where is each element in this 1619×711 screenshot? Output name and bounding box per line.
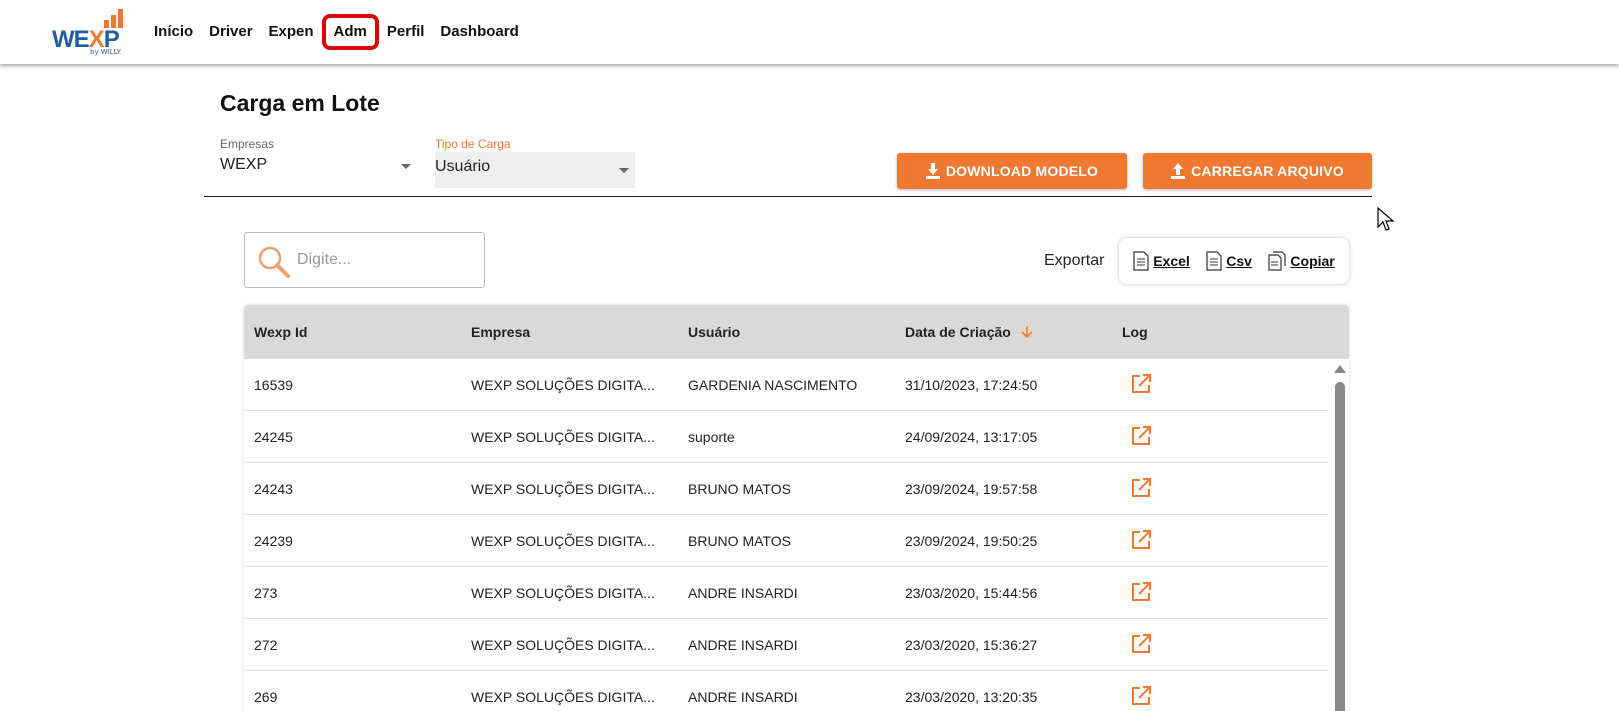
download-modelo-button[interactable]: DOWNLOAD MODELO xyxy=(897,153,1127,189)
export-copy-label: Copiar xyxy=(1290,253,1335,269)
export-excel-button[interactable]: Excel xyxy=(1133,251,1190,271)
empresas-value: WEXP xyxy=(220,156,268,173)
cell-empresa: WEXP SOLUÇÕES DIGITA... xyxy=(471,377,655,393)
nav-item-inicio[interactable]: Início xyxy=(146,20,201,44)
header-data-criacao-label: Data de Criação xyxy=(905,324,1011,340)
cell-usuario: ANDRE INSARDI xyxy=(688,637,798,653)
cell-id: 16539 xyxy=(254,377,293,393)
cell-empresa: WEXP SOLUÇÕES DIGITA... xyxy=(471,689,655,705)
export-csv-label: Csv xyxy=(1226,253,1252,269)
table-row[interactable]: 272 WEXP SOLUÇÕES DIGITA... ANDRE INSARD… xyxy=(244,619,1328,671)
cell-data: 31/10/2023, 17:24:50 xyxy=(905,377,1038,393)
export-options: Excel Csv Copiar xyxy=(1119,238,1349,284)
chevron-down-icon[interactable] xyxy=(401,164,411,169)
empresas-label: Empresas xyxy=(220,137,275,151)
cell-usuario: BRUNO MATOS xyxy=(688,481,791,497)
search-icon xyxy=(258,246,290,278)
empresas-select[interactable]: Empresas WEXP xyxy=(220,137,415,178)
tipo-de-carga-label: Tipo de Carga xyxy=(435,137,511,151)
filters-divider xyxy=(204,196,1372,197)
open-external-icon[interactable] xyxy=(1130,633,1152,658)
scroll-up-arrow[interactable] xyxy=(1334,365,1346,373)
header-log: Log xyxy=(1122,324,1148,340)
cell-empresa: WEXP SOLUÇÕES DIGITA... xyxy=(471,429,655,445)
tipo-de-carga-select[interactable]: Tipo de Carga Usuário xyxy=(435,137,635,188)
upload-icon xyxy=(1171,163,1186,179)
nav-item-expen[interactable]: Expen xyxy=(261,20,322,44)
main-nav: Início Driver Expen Adm Perfil Dashboard xyxy=(146,14,527,50)
cell-usuario: GARDENIA NASCIMENTO xyxy=(688,377,858,393)
cell-id: 269 xyxy=(254,689,278,705)
table-row[interactable]: 24243 WEXP SOLUÇÕES DIGITA... BRUNO MATO… xyxy=(244,463,1328,515)
search-placeholder: Digite... xyxy=(297,251,352,268)
logo-by-text: by WILLY xyxy=(90,48,121,56)
cell-id: 272 xyxy=(254,637,278,653)
document-icon xyxy=(1133,251,1149,271)
header-data-criacao[interactable]: Data de Criação xyxy=(905,324,1033,340)
download-modelo-label: DOWNLOAD MODELO xyxy=(945,163,1099,179)
open-external-icon[interactable] xyxy=(1130,373,1152,398)
cell-usuario: BRUNO MATOS xyxy=(688,533,791,549)
search-input[interactable]: Digite... xyxy=(244,232,485,288)
cell-id: 24239 xyxy=(254,533,293,549)
cell-usuario: ANDRE INSARDI xyxy=(688,689,798,705)
cell-data: 23/09/2024, 19:50:25 xyxy=(905,533,1038,549)
open-external-icon[interactable] xyxy=(1130,529,1152,554)
open-external-icon[interactable] xyxy=(1130,685,1152,710)
carregar-arquivo-button[interactable]: CARREGAR ARQUIVO xyxy=(1143,153,1372,189)
nav-item-perfil[interactable]: Perfil xyxy=(379,20,433,44)
export-excel-label: Excel xyxy=(1153,253,1190,269)
data-table: Wexp Id Empresa Usuário Data de Criação … xyxy=(244,305,1349,711)
table-row[interactable]: 269 WEXP SOLUÇÕES DIGITA... ANDRE INSARD… xyxy=(244,671,1328,711)
cell-usuario: ANDRE INSARDI xyxy=(688,585,798,601)
top-navbar: WEXP by WILLY Início Driver Expen Adm Pe… xyxy=(0,0,1619,64)
nav-item-dashboard[interactable]: Dashboard xyxy=(432,20,526,44)
cell-empresa: WEXP SOLUÇÕES DIGITA... xyxy=(471,585,655,601)
table-row[interactable]: 24239 WEXP SOLUÇÕES DIGITA... BRUNO MATO… xyxy=(244,515,1328,567)
logo-bars-icon xyxy=(104,9,123,28)
copy-icon xyxy=(1268,251,1287,271)
chevron-down-icon[interactable] xyxy=(619,168,629,173)
cell-id: 273 xyxy=(254,585,278,601)
table-row[interactable]: 24245 WEXP SOLUÇÕES DIGITA... suporte 24… xyxy=(244,411,1328,463)
header-empresa[interactable]: Empresa xyxy=(471,324,530,340)
download-icon xyxy=(925,163,940,179)
export-copy-button[interactable]: Copiar xyxy=(1268,251,1335,271)
open-external-icon[interactable] xyxy=(1130,477,1152,502)
wexp-logo[interactable]: WEXP by WILLY xyxy=(52,8,126,58)
cell-data: 23/03/2020, 15:36:27 xyxy=(905,637,1038,653)
cell-usuario: suporte xyxy=(688,429,735,445)
header-wexp-id[interactable]: Wexp Id xyxy=(254,324,307,340)
header-usuario[interactable]: Usuário xyxy=(688,324,740,340)
cell-empresa: WEXP SOLUÇÕES DIGITA... xyxy=(471,533,655,549)
open-external-icon[interactable] xyxy=(1130,581,1152,606)
cell-id: 24245 xyxy=(254,429,293,445)
table-header: Wexp Id Empresa Usuário Data de Criação … xyxy=(244,305,1349,359)
page-title: Carga em Lote xyxy=(220,90,380,116)
cell-empresa: WEXP SOLUÇÕES DIGITA... xyxy=(471,637,655,653)
cell-empresa: WEXP SOLUÇÕES DIGITA... xyxy=(471,481,655,497)
carregar-arquivo-label: CARREGAR ARQUIVO xyxy=(1191,163,1344,179)
export-csv-button[interactable]: Csv xyxy=(1206,251,1252,271)
table-body: 16539 WEXP SOLUÇÕES DIGITA... GARDENIA N… xyxy=(244,359,1328,711)
cell-data: 24/09/2024, 13:17:05 xyxy=(905,429,1038,445)
tipo-de-carga-value: Usuário xyxy=(435,158,491,175)
open-external-icon[interactable] xyxy=(1130,425,1152,450)
mouse-cursor-icon xyxy=(1377,207,1395,231)
scrollbar-thumb[interactable] xyxy=(1335,382,1345,711)
cell-data: 23/09/2024, 19:57:58 xyxy=(905,481,1038,497)
cell-data: 23/03/2020, 15:44:56 xyxy=(905,585,1038,601)
nav-item-adm[interactable]: Adm xyxy=(321,14,379,50)
table-row[interactable]: 16539 WEXP SOLUÇÕES DIGITA... GARDENIA N… xyxy=(244,359,1328,411)
cell-data: 23/03/2020, 13:20:35 xyxy=(905,689,1038,705)
table-row[interactable]: 273 WEXP SOLUÇÕES DIGITA... ANDRE INSARD… xyxy=(244,567,1328,619)
arrow-down-icon[interactable] xyxy=(1021,325,1033,339)
cell-id: 24243 xyxy=(254,481,293,497)
document-icon xyxy=(1206,251,1222,271)
export-label: Exportar xyxy=(1044,252,1105,269)
nav-item-driver[interactable]: Driver xyxy=(201,20,260,44)
